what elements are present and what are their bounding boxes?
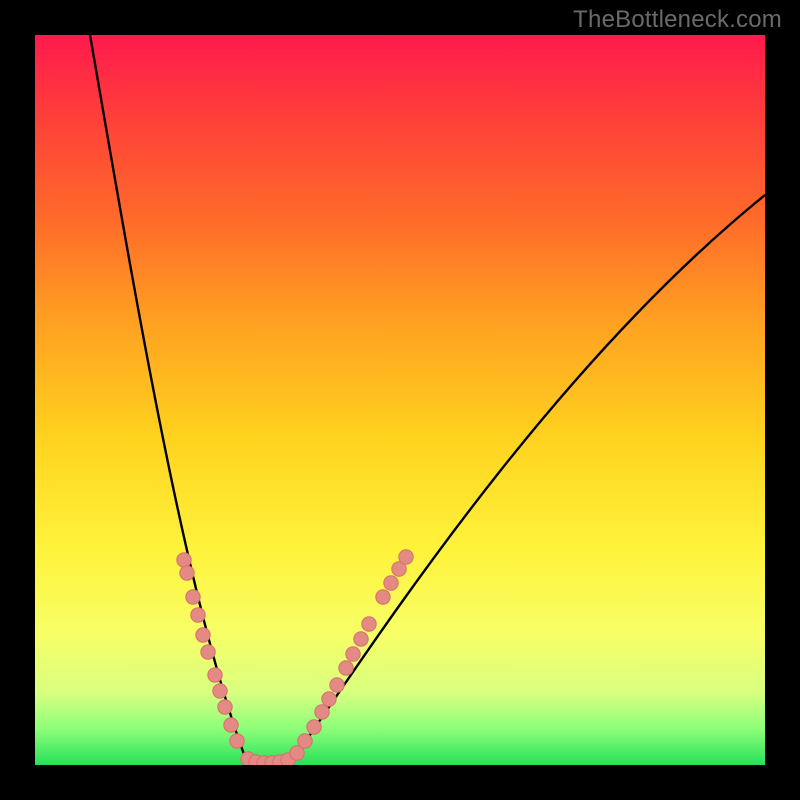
curve-marker — [354, 632, 368, 646]
chart-frame: TheBottleneck.com — [0, 0, 800, 800]
curve-marker — [339, 661, 353, 675]
curve-marker — [218, 700, 232, 714]
curve-marker — [290, 746, 304, 760]
curve-marker — [330, 678, 344, 692]
curve-marker — [196, 628, 210, 642]
curve-marker — [384, 576, 398, 590]
curve-marker — [201, 645, 215, 659]
curve-marker — [273, 755, 287, 765]
curve-marker — [230, 734, 244, 748]
curve-marker — [208, 668, 222, 682]
curve-marker — [298, 734, 312, 748]
curve-marker — [257, 756, 271, 765]
curve-marker — [249, 755, 263, 765]
curve-markers — [177, 550, 413, 765]
curve-marker — [186, 590, 200, 604]
curve-marker — [177, 553, 191, 567]
curve-marker — [180, 566, 194, 580]
curve-marker — [346, 647, 360, 661]
curve-marker — [392, 562, 406, 576]
bottleneck-curve — [90, 35, 765, 763]
plot-area — [35, 35, 765, 765]
curve-marker — [362, 617, 376, 631]
curve-marker — [224, 718, 238, 732]
curve-marker — [191, 608, 205, 622]
curve-marker — [265, 756, 279, 765]
curve-marker — [376, 590, 390, 604]
curve-marker — [213, 684, 227, 698]
watermark-label: TheBottleneck.com — [573, 6, 782, 34]
curve-marker — [281, 753, 295, 765]
bottleneck-curve-svg — [35, 35, 765, 765]
curve-marker — [399, 550, 413, 564]
curve-marker — [241, 752, 255, 765]
curve-marker — [307, 720, 321, 734]
curve-marker — [322, 692, 336, 706]
curve-marker — [315, 705, 329, 719]
